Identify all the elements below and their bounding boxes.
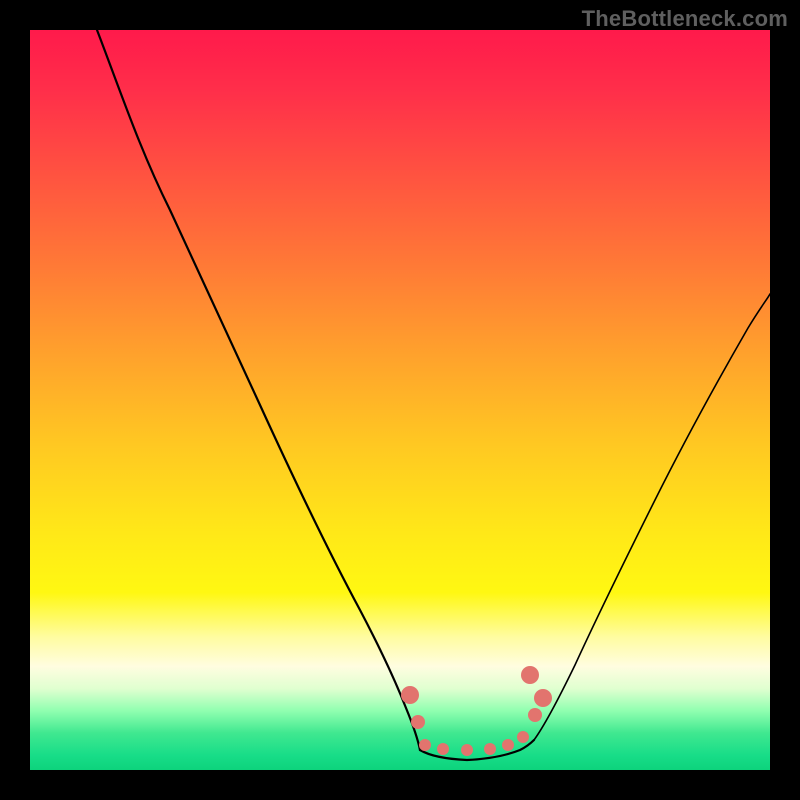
marker-bottom-4 bbox=[484, 743, 496, 755]
marker-left-mid bbox=[411, 715, 425, 729]
marker-bottom-3 bbox=[461, 744, 473, 756]
right-branch bbox=[534, 294, 770, 740]
marker-bottom-6 bbox=[517, 731, 529, 743]
plot-area bbox=[30, 30, 770, 770]
watermark-text: TheBottleneck.com bbox=[582, 6, 788, 32]
marker-right-upper-2 bbox=[534, 689, 552, 707]
marker-bottom-2 bbox=[437, 743, 449, 755]
chart-stage: TheBottleneck.com bbox=[0, 0, 800, 800]
marker-bottom-1 bbox=[419, 739, 431, 751]
marker-bottom-5 bbox=[502, 739, 514, 751]
marker-right-mid bbox=[528, 708, 542, 722]
marker-left-upper bbox=[401, 686, 419, 704]
chart-svg bbox=[30, 30, 770, 770]
left-branch bbox=[97, 30, 420, 750]
marker-right-upper-1 bbox=[521, 666, 539, 684]
